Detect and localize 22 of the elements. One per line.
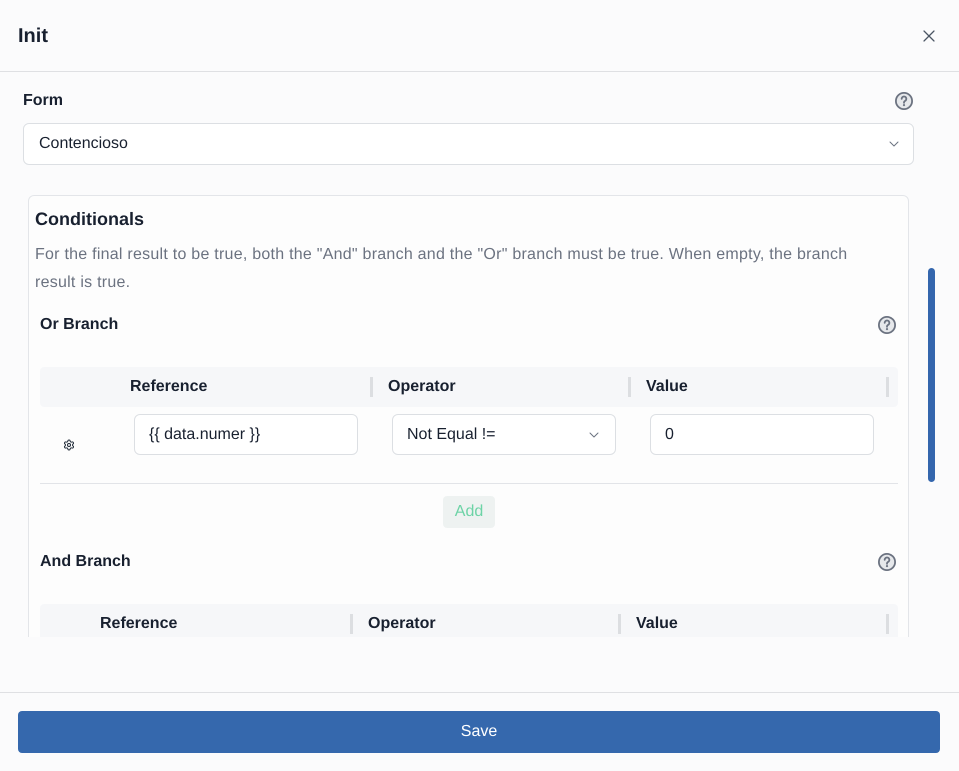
form-select[interactable]: Contencioso [23,123,914,165]
operator-select[interactable]: Not Equal != [392,414,616,455]
save-button[interactable]: Save [18,711,940,753]
card-title: Conditionals [35,208,145,231]
scrollbar-thumb[interactable] [928,268,935,482]
column-header: Reference [100,614,178,634]
help-icon[interactable] [878,316,896,334]
column-header: Value [646,377,688,397]
help-icon[interactable] [878,553,896,571]
column-header: Value [636,614,678,634]
column-header: Reference [130,377,208,397]
field-label: Form [23,91,63,111]
value-field[interactable]: 0 [650,414,874,455]
card-description: For the final result to be true, both the "And" branch and the "Or" branch must be true. When empty, the branch result is true. [35,245,848,293]
help-icon[interactable] [895,92,913,110]
reference-field[interactable]: {{ data.numer }} [134,414,358,455]
dialog-title: Init [18,24,48,48]
column-header: Operator [368,614,436,634]
settings-icon[interactable] [63,439,75,451]
branch-title: And Branch [40,552,131,572]
column-header: Operator [388,377,456,397]
branch-title: Or Branch [40,315,118,335]
